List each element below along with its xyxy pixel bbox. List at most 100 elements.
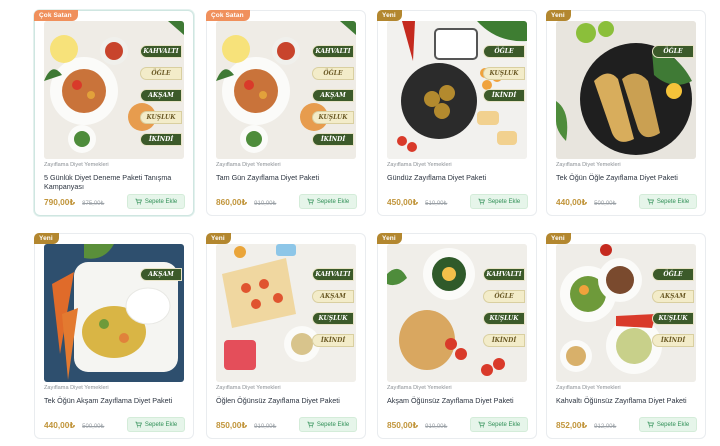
product-price: 440,00₺ [44, 420, 76, 430]
meal-tag: KUŞLUK [483, 312, 525, 325]
meal-tag: KUŞLUK [140, 111, 182, 124]
add-to-cart-button[interactable]: Sepete Ekle [127, 194, 185, 209]
product-price: 790,00₺ [44, 197, 76, 207]
product-title[interactable]: Akşam Öğünsüz Zayıflama Diyet Paketi [387, 396, 529, 405]
cart-icon [647, 421, 654, 428]
product-title[interactable]: Tek Öğün Akşam Zayıflama Diyet Paketi [44, 396, 186, 405]
product-price: 860,00₺ [216, 197, 248, 207]
meal-tag: İKİNDİ [483, 89, 525, 102]
add-to-cart-button[interactable]: Sepete Ekle [299, 417, 357, 432]
product-title[interactable]: 5 Günlük Diyet Deneme Paketi Tanışma Kam… [44, 173, 186, 191]
meal-tag: ÖĞLE [140, 67, 182, 80]
meal-tag: KAHVALTI [312, 45, 354, 58]
product-price: 440,00₺ [556, 197, 588, 207]
meal-tag: AKŞAM [140, 89, 182, 102]
product-old-price: 910,00₺ [425, 424, 448, 430]
product-card[interactable]: Yeni ÖĞLE Zayıflama Diyet Yemekleri Tek … [546, 10, 706, 216]
add-to-cart-label: Sepete Ekle [144, 198, 178, 205]
add-to-cart-button[interactable]: Sepete Ekle [639, 194, 697, 209]
product-price: 850,00₺ [216, 420, 248, 430]
product-card[interactable]: Yeni KAHVALTI ÖĞLE KUŞLUK İKİNDİ Zayıflama … [377, 233, 537, 439]
product-category: Zayıflama Diyet Yemekleri [556, 162, 621, 168]
product-price: 852,00₺ [556, 420, 588, 430]
meal-tag: KAHVALTI [140, 45, 182, 58]
meal-tag: AKŞAM [312, 290, 354, 303]
cart-icon [307, 198, 314, 205]
product-category: Zayıflama Diyet Yemekleri [387, 385, 452, 391]
product-price: 850,00₺ [387, 420, 419, 430]
price-row: 440,00₺ 500,00₺ [556, 197, 616, 207]
price-row: 790,00₺ 875,00₺ [44, 197, 104, 207]
meal-tag: ÖĞLE [483, 45, 525, 58]
product-image[interactable]: ÖĞLE AKŞAM KUŞLUK İKİNDİ [556, 244, 696, 382]
meal-tag: İKİNDİ [140, 133, 182, 146]
product-title[interactable]: Kahvaltı Öğünsüz Zayıflama Diyet Paketi [556, 396, 698, 405]
add-to-cart-button[interactable]: Sepete Ekle [470, 417, 528, 432]
new-badge: Yeni [206, 233, 231, 244]
new-badge: Yeni [377, 233, 402, 244]
meal-tag: KUŞLUK [312, 312, 354, 325]
product-card[interactable]: Çok Satan KAHVALTI ÖĞLE AKŞAM KUŞLUK İKİNDİ … [206, 10, 366, 216]
meal-tag: AKŞAM [312, 89, 354, 102]
cart-icon [478, 198, 485, 205]
cart-icon [135, 421, 142, 428]
meal-tag: ÖĞLE [483, 290, 525, 303]
product-card[interactable]: Çok Satan KAHVALTI ÖĞLE AKŞAM KUŞLUK İKİNDİ … [34, 10, 194, 216]
product-image[interactable]: KAHVALTI ÖĞLE AKŞAM KUŞLUK İKİNDİ [44, 21, 184, 159]
cart-icon [478, 421, 485, 428]
cart-icon [135, 198, 142, 205]
price-row: 450,00₺ 510,00₺ [387, 197, 447, 207]
add-to-cart-button[interactable]: Sepete Ekle [127, 417, 185, 432]
product-card[interactable]: Yeni ÖĞLE KUŞLUK İKİNDİ Zayıflama Diyet … [377, 10, 537, 216]
bestseller-badge: Çok Satan [206, 10, 250, 21]
price-row: 850,00₺ 910,00₺ [216, 420, 276, 430]
add-to-cart-label: Sepete Ekle [144, 421, 178, 428]
meal-tag: İKİNDİ [652, 334, 694, 347]
product-card[interactable]: Yeni ÖĞLE AKŞAM KUŞLUK İKİNDİ Zayıflama Diy… [546, 233, 706, 439]
product-old-price: 912,00₺ [594, 424, 617, 430]
add-to-cart-label: Sepete Ekle [316, 421, 350, 428]
add-to-cart-label: Sepete Ekle [656, 198, 690, 205]
meal-tag: ÖĞLE [652, 45, 694, 58]
meal-tag: KUŞLUK [483, 67, 525, 80]
add-to-cart-label: Sepete Ekle [487, 421, 521, 428]
product-image[interactable]: AKŞAM [44, 244, 184, 382]
meal-tag: KUŞLUK [652, 312, 694, 325]
meal-tag: AKŞAM [652, 290, 694, 303]
new-badge: Yeni [546, 233, 571, 244]
meal-tag: ÖĞLE [652, 268, 694, 281]
add-to-cart-button[interactable]: Sepete Ekle [470, 194, 528, 209]
product-title[interactable]: Gündüz Zayıflama Diyet Paketi [387, 173, 529, 182]
price-row: 440,00₺ 500,00₺ [44, 420, 104, 430]
product-category: Zayıflama Diyet Yemekleri [216, 162, 281, 168]
cart-icon [307, 421, 314, 428]
product-category: Zayıflama Diyet Yemekleri [556, 385, 621, 391]
new-badge: Yeni [377, 10, 402, 21]
add-to-cart-button[interactable]: Sepete Ekle [299, 194, 357, 209]
product-title[interactable]: Tek Öğün Öğle Zayıflama Diyet Paketi [556, 173, 698, 182]
price-row: 860,00₺ 910,00₺ [216, 197, 276, 207]
product-image[interactable]: KAHVALTI ÖĞLE KUŞLUK İKİNDİ [387, 244, 527, 382]
product-grid: Çok Satan KAHVALTI ÖĞLE AKŞAM KUŞLUK İKİNDİ … [0, 0, 720, 446]
meal-tag: İKİNDİ [312, 334, 354, 347]
product-old-price: 500,00₺ [82, 424, 105, 430]
add-to-cart-button[interactable]: Sepete Ekle [639, 417, 697, 432]
product-old-price: 910,00₺ [254, 201, 277, 207]
product-image[interactable]: KAHVALTI ÖĞLE AKŞAM KUŞLUK İKİNDİ [216, 21, 356, 159]
cart-icon [647, 198, 654, 205]
product-card[interactable]: Yeni AKŞAM Zayıflama Diyet Yemekleri Tek… [34, 233, 194, 439]
product-image[interactable]: ÖĞLE KUŞLUK İKİNDİ [387, 21, 527, 159]
product-old-price: 510,00₺ [425, 201, 448, 207]
product-title[interactable]: Tam Gün Zayıflama Diyet Paketi [216, 173, 358, 182]
new-badge: Yeni [34, 233, 59, 244]
product-category: Zayıflama Diyet Yemekleri [216, 385, 281, 391]
fish-plate-icon [556, 21, 696, 159]
add-to-cart-label: Sepete Ekle [316, 198, 350, 205]
meal-tag: İKİNDİ [312, 133, 354, 146]
product-card[interactable]: Yeni KAHVALTI AKŞAM KUŞLUK İKİNDİ Zayıflama… [206, 233, 366, 439]
product-title[interactable]: Öğlen Öğünsüz Zayıflama Diyet Paketi [216, 396, 358, 405]
product-image[interactable]: KAHVALTI AKŞAM KUŞLUK İKİNDİ [216, 244, 356, 382]
product-old-price: 500,00₺ [594, 201, 617, 207]
product-image[interactable]: ÖĞLE [556, 21, 696, 159]
product-old-price: 875,00₺ [82, 201, 105, 207]
